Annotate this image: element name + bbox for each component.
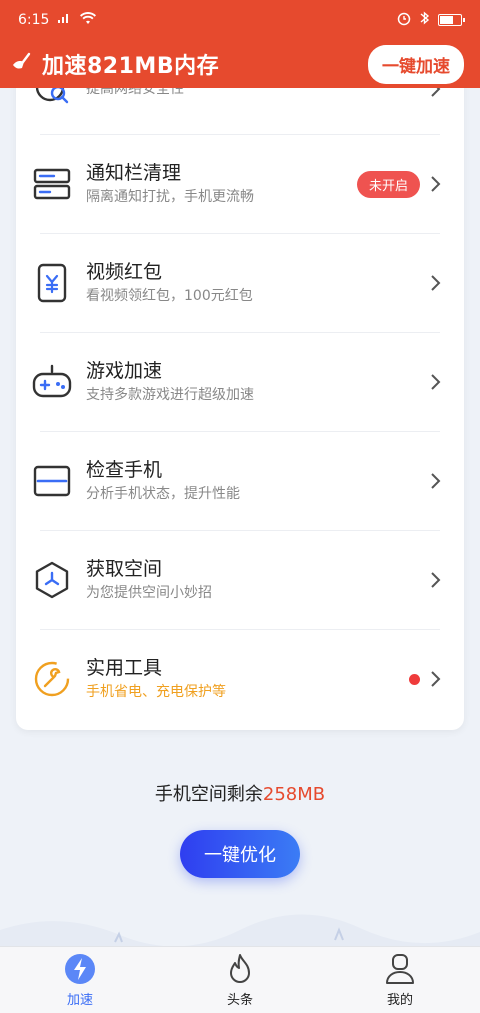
item-subtitle: 支持多款游戏进行超级加速 [86, 387, 254, 403]
tab-headlines[interactable]: 头条 [160, 947, 320, 1013]
list-item-check-phone[interactable]: 检查手机 分析手机状态，提升性能 [16, 432, 464, 530]
storage-label: 手机空间剩余 [154, 784, 263, 805]
item-subtitle: 手机省电、充电保护等 [86, 684, 226, 700]
broom-icon [10, 50, 34, 78]
notification-dot [409, 673, 420, 685]
item-title: 检查手机 [86, 459, 163, 481]
signal-icon [57, 12, 71, 28]
flame-icon [230, 954, 250, 983]
chevron-right-icon [431, 176, 441, 192]
list-item-video-redpacket[interactable]: 视频红包 看视频领红包，100元红包 [16, 234, 464, 332]
background-decoration [0, 914, 480, 950]
item-subtitle: 分析手机状态，提升性能 [86, 486, 240, 502]
item-subtitle: 看视频领红包，100元红包 [86, 288, 253, 304]
wifi-icon [79, 11, 97, 29]
space-cube-icon [35, 561, 69, 599]
tab-label: 我的 [386, 993, 413, 1008]
list-item-notification-clean[interactable]: 通知栏清理 隔离通知打扰，手机更流畅 未开启 [16, 135, 464, 233]
bluetooth-icon [420, 10, 430, 30]
item-subtitle: 为您提供空间小妙招 [86, 585, 212, 601]
lightning-icon [65, 954, 95, 984]
item-title: 获取空间 [86, 558, 163, 580]
battery-icon [438, 14, 465, 26]
video-redpacket-icon [37, 263, 67, 303]
page-title: 加速821MB内存 [42, 54, 220, 79]
chevron-right-icon [431, 473, 441, 489]
storage-value: 258MB [262, 784, 326, 805]
gamepad-icon [32, 364, 72, 398]
app-header: 6:15 加速821MB内存 一键加速 [0, 0, 480, 88]
one-click-optimize-button[interactable]: 一键优化 [180, 830, 300, 878]
list-item-game-boost[interactable]: 游戏加速 支持多款游戏进行超级加速 [16, 333, 464, 431]
user-icon [386, 954, 414, 984]
tab-boost[interactable]: 加速 [0, 947, 160, 1013]
item-title: 实用工具 [86, 657, 163, 679]
item-title: 通知栏清理 [86, 162, 182, 184]
feature-card: 提高网络安全性 通知栏清理 隔离通知打扰，手机更流畅 未开启 视频红包 看视频领… [16, 40, 464, 730]
bottom-tab-bar: 加速 头条 我的 [0, 946, 480, 1013]
alarm-icon [396, 10, 412, 30]
storage-remaining: 手机空间剩余258MB [0, 780, 480, 806]
status-time: 6:15 [18, 12, 50, 28]
chevron-right-icon [431, 275, 441, 291]
list-item-useful-tools[interactable]: 实用工具 手机省电、充电保护等 [16, 630, 464, 728]
list-item-get-space[interactable]: 获取空间 为您提供空间小妙招 [16, 531, 464, 629]
status-bar: 6:15 [0, 0, 480, 40]
tab-label: 头条 [226, 993, 253, 1008]
tab-label: 加速 [66, 993, 93, 1008]
one-click-boost-button[interactable]: 一键加速 [368, 44, 464, 84]
chevron-right-icon [431, 671, 441, 687]
tools-icon [34, 661, 70, 697]
tab-mine[interactable]: 我的 [320, 947, 480, 1013]
status-badge: 未开启 [356, 170, 420, 198]
notification-clean-icon [33, 168, 71, 200]
scan-phone-icon [33, 465, 71, 497]
chevron-right-icon [431, 572, 441, 588]
item-subtitle: 隔离通知打扰，手机更流畅 [86, 189, 254, 205]
item-title: 视频红包 [86, 261, 163, 283]
chevron-right-icon [431, 374, 441, 390]
item-title: 游戏加速 [86, 360, 163, 382]
